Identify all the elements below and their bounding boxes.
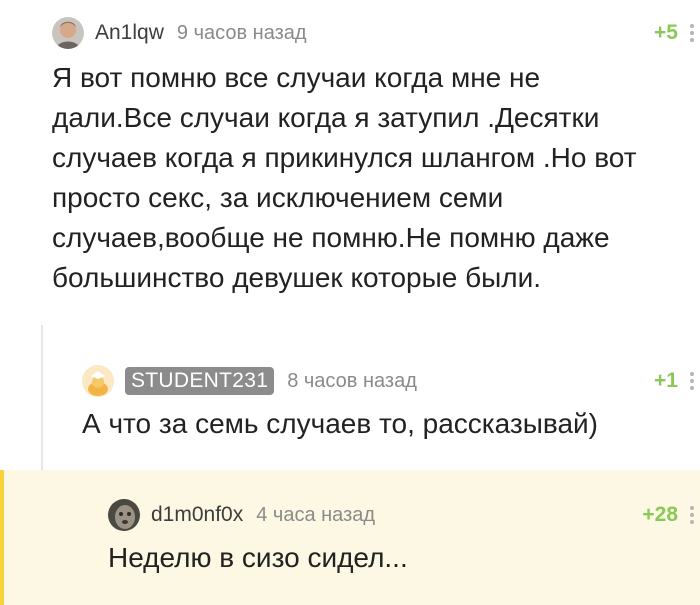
comment-rating[interactable]: +28	[642, 503, 678, 527]
comment-text: Я вот помню все случаи когда мне не дали…	[52, 62, 637, 293]
comment: An1lqw 9 часов назад +5 Я вот помню все …	[0, 0, 700, 325]
username[interactable]: An1lqw	[95, 21, 164, 45]
comment-time[interactable]: 9 часов назад	[177, 22, 307, 45]
comment-text: А что за семь случаев то, рассказывай)	[82, 408, 598, 439]
comment-text: Неделю в сизо сидел...	[108, 542, 408, 573]
comment-time[interactable]: 8 часов назад	[287, 370, 417, 393]
user-avatar[interactable]	[52, 17, 84, 49]
username[interactable]: STUDENT231	[125, 367, 275, 395]
more-options-icon[interactable]	[690, 506, 694, 524]
username[interactable]: d1m0nf0x	[151, 503, 243, 527]
comment-header: d1m0nf0x 4 часа назад	[108, 497, 375, 533]
comment-reply: STUDENT231 8 часов назад +1 А что за сем…	[0, 325, 700, 470]
user-avatar[interactable]	[82, 365, 114, 397]
comment-time[interactable]: 4 часа назад	[256, 504, 375, 527]
comment-rating[interactable]: +1	[654, 369, 678, 393]
more-options-icon[interactable]	[690, 24, 694, 42]
user-avatar[interactable]	[108, 499, 140, 531]
more-options-icon[interactable]	[690, 372, 694, 390]
comment-header: STUDENT231 8 часов назад	[82, 363, 417, 399]
comment-reply-highlighted: d1m0nf0x 4 часа назад +28 Неделю в сизо …	[0, 470, 700, 605]
new-comment-indicator	[0, 470, 4, 605]
comment-header: An1lqw 9 часов назад	[52, 15, 307, 51]
comment-rating[interactable]: +5	[654, 21, 678, 45]
